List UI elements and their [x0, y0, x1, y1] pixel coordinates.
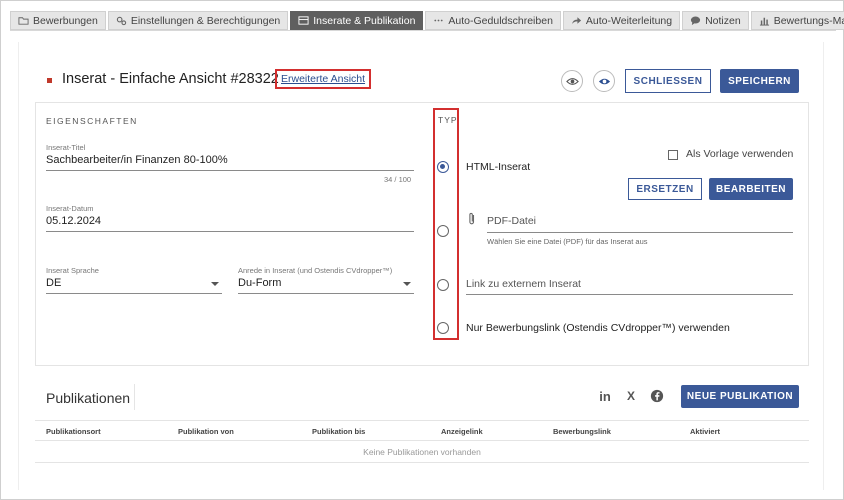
tab-bewerbungen[interactable]: Bewerbungen	[10, 11, 106, 30]
pdf-hint: Wählen Sie eine Datei (PDF) für das Inse…	[487, 237, 648, 246]
facebook-glyph	[650, 389, 664, 403]
template-checkbox-label: Als Vorlage verwenden	[686, 148, 794, 160]
comment-icon	[691, 16, 701, 26]
external-link-input[interactable]: Link zu externem Inserat	[466, 278, 581, 290]
edit-button[interactable]: BEARBEITEN	[709, 178, 793, 200]
chevron-down-icon[interactable]	[211, 282, 219, 286]
language-select-underline	[46, 293, 222, 294]
replace-button[interactable]: ERSETZEN	[628, 178, 702, 200]
window-icon	[298, 16, 309, 25]
extended-view-link[interactable]: Erweiterte Ansicht	[275, 69, 372, 89]
external-link-underline	[466, 294, 793, 295]
radio-external-link[interactable]	[437, 279, 449, 291]
tab-bewertungs-matrix[interactable]: Bewertungs-Matrix	[750, 11, 844, 30]
linkedin-icon[interactable]: in	[597, 388, 613, 404]
date-field-label: Inserat-Datum	[46, 204, 94, 213]
dots-icon	[434, 19, 444, 22]
date-input-underline	[46, 231, 414, 232]
title-counter: 34 / 100	[384, 175, 412, 184]
html-inserat-label: HTML-Inserat	[466, 161, 531, 173]
folder-icon	[18, 17, 29, 25]
radio-html-inserat[interactable]	[437, 161, 449, 173]
salutation-field-label: Anrede in Inserat (und Ostendis CVdroppe…	[238, 266, 393, 275]
tab-inserate[interactable]: Inserate & Publikation	[290, 11, 424, 30]
tab-bar: Bewerbungen Einstellungen & Berechtigung…	[10, 11, 844, 30]
column-header[interactable]: Anzeigelink	[441, 427, 483, 436]
column-header[interactable]: Publikation von	[178, 427, 234, 436]
column-header[interactable]: Bewerbungslink	[553, 427, 611, 436]
column-header[interactable]: Publikationsort	[46, 427, 101, 436]
preview-button[interactable]	[561, 70, 583, 92]
tab-auto-weiterleitung[interactable]: Auto-Weiterleitung	[562, 11, 681, 30]
publications-title: Publikationen	[46, 390, 131, 406]
tab-label: Notizen	[705, 14, 741, 27]
facebook-icon[interactable]	[649, 388, 665, 404]
save-button[interactable]: SPEICHERN	[720, 69, 799, 93]
eye-icon	[565, 77, 579, 85]
tab-notizen[interactable]: Notizen	[682, 11, 749, 30]
language-field-label: Inserat Sprache	[46, 266, 99, 275]
template-checkbox[interactable]	[668, 150, 678, 160]
typ-label: TYP	[438, 115, 458, 125]
eye-icon	[598, 78, 610, 84]
date-input[interactable]: 05.12.2024	[46, 215, 101, 227]
title-input-underline	[46, 170, 414, 171]
new-publication-button[interactable]: NEUE PUBLIKATION	[681, 385, 799, 408]
title-field-label: Inserat-Titel	[46, 143, 86, 152]
tab-label: Einstellungen & Berechtigungen	[130, 14, 281, 27]
salutation-select[interactable]: Du-Form	[238, 277, 281, 289]
language-select[interactable]: DE	[46, 277, 61, 289]
tab-einstellungen[interactable]: Einstellungen & Berechtigungen	[107, 11, 289, 30]
preview-live-button[interactable]	[593, 70, 615, 92]
apply-link-only-label: Nur Bewerbungslink (Ostendis CVdropper™)…	[466, 322, 730, 334]
xing-icon[interactable]: X	[623, 388, 639, 404]
forward-icon	[571, 17, 581, 25]
status-marker	[47, 78, 52, 83]
tab-divider	[10, 30, 836, 31]
tab-label: Auto-Geduldschreiben	[448, 14, 553, 27]
gears-icon	[116, 16, 126, 26]
close-button[interactable]: SCHLIESSEN	[625, 69, 711, 93]
table-header: Publikationsort Publikation von Publikat…	[35, 420, 809, 441]
pdf-file-input[interactable]: PDF-Datei	[487, 215, 536, 227]
salutation-select-underline	[238, 293, 414, 294]
paperclip-icon[interactable]	[467, 212, 477, 226]
chart-icon	[759, 17, 769, 26]
column-header[interactable]: Publikation bis	[312, 427, 365, 436]
tab-label: Bewerbungen	[33, 14, 98, 27]
typ-highlight-box	[433, 108, 459, 340]
empty-table-message: Keine Publikationen vorhanden	[35, 441, 809, 463]
column-header[interactable]: Aktiviert	[690, 427, 720, 436]
tab-label: Bewertungs-Matrix	[773, 14, 844, 27]
radio-apply-link-only[interactable]	[437, 322, 449, 334]
publications-divider	[134, 384, 135, 410]
tab-auto-geduldschreiben[interactable]: Auto-Geduldschreiben	[425, 11, 561, 30]
tab-label: Auto-Weiterleitung	[585, 14, 673, 27]
pdf-input-underline	[487, 232, 793, 233]
properties-section-label: EIGENSCHAFTEN	[46, 116, 138, 126]
page-title: Inserat - Einfache Ansicht #28322	[62, 71, 279, 87]
radio-pdf[interactable]	[437, 225, 449, 237]
title-input[interactable]: Sachbearbeiter/in Finanzen 80-100%	[46, 154, 228, 166]
tab-label: Inserate & Publikation	[313, 14, 416, 27]
chevron-down-icon[interactable]	[403, 282, 411, 286]
